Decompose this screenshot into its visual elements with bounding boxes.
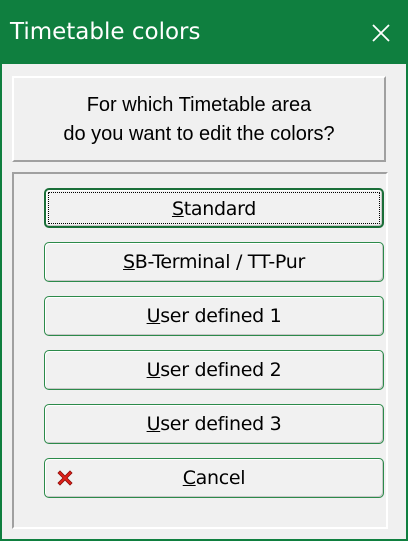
user-defined-3-mnemonic: U xyxy=(146,413,161,435)
user-defined-1-button[interactable]: User defined 1 xyxy=(44,296,384,336)
title-bar[interactable]: Timetable colors xyxy=(0,0,408,64)
user-defined-3-label-rest: ser defined 3 xyxy=(160,413,282,435)
dialog-window: Timetable colors For which Timetable are… xyxy=(0,0,408,541)
question-line-2: do you want to edit the colors? xyxy=(63,123,335,145)
standard-mnemonic: S xyxy=(171,198,184,220)
user-defined-1-mnemonic: U xyxy=(146,305,161,327)
close-icon xyxy=(372,24,390,42)
sb-terminal-label-rest: B-Terminal / TT-Pur xyxy=(134,251,306,273)
user-defined-2-button[interactable]: User defined 2 xyxy=(44,350,384,390)
user-defined-3-button[interactable]: User defined 3 xyxy=(44,404,384,444)
question-line-1: For which Timetable area xyxy=(86,94,312,116)
user-defined-2-mnemonic: U xyxy=(146,359,161,381)
window-title: Timetable colors xyxy=(10,19,201,45)
red-x-icon xyxy=(57,470,73,486)
standard-button[interactable]: Standard xyxy=(44,188,384,228)
user-defined-2-label-rest: ser defined 2 xyxy=(160,359,282,381)
close-button[interactable] xyxy=(352,0,408,64)
cancel-label-rest: ancel xyxy=(195,467,246,489)
cancel-button[interactable]: Cancel xyxy=(44,458,384,498)
standard-label-rest: tandard xyxy=(183,198,257,220)
question-panel: For which Timetable area do you want to … xyxy=(12,76,386,162)
user-defined-1-label-rest: ser defined 1 xyxy=(160,305,282,327)
cancel-mnemonic: C xyxy=(182,467,196,489)
sb-terminal-button[interactable]: SB-Terminal / TT-Pur xyxy=(44,242,384,282)
sb-terminal-mnemonic: S xyxy=(123,251,135,273)
area-buttons-panel: Standard SB-Terminal / TT-Pur User defin… xyxy=(12,172,388,529)
